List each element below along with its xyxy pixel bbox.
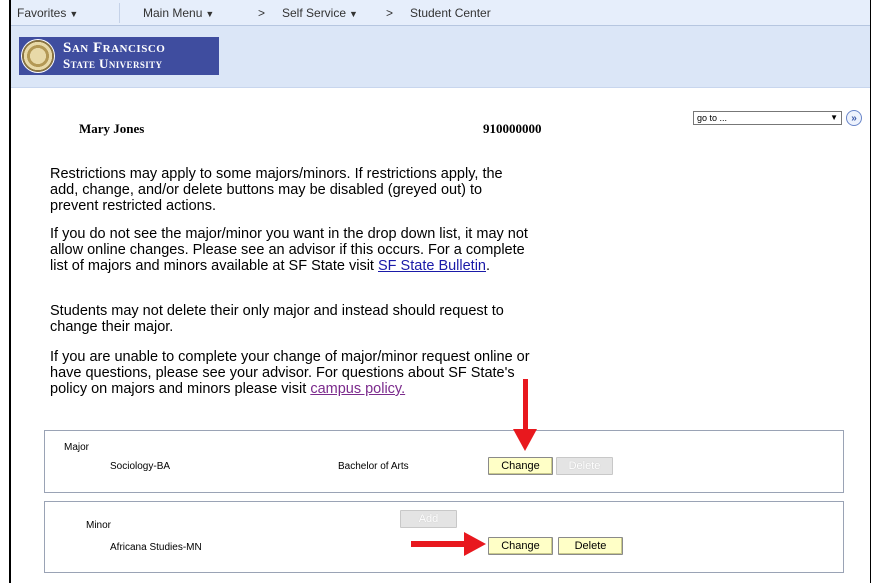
minor-label: Minor (86, 520, 112, 531)
dropdown-arrow-icon: ▼ (830, 113, 838, 122)
student-name: Mary Jones (79, 121, 145, 136)
annotation-arrow-down-icon (523, 379, 528, 431)
questions-paragraph-text: If you are unable to complete your chang… (50, 349, 530, 397)
page-frame: Favorites ▼ Main Menu ▼ > Self Service ▼ > … (9, 0, 871, 583)
campus-policy-link[interactable]: campus policy. (310, 381, 405, 397)
logo-line-2: State University (63, 56, 163, 71)
self-service-menu[interactable]: Self Service ▼ (282, 6, 358, 20)
chevron-down-icon: ▼ (349, 9, 358, 19)
university-seal-icon (22, 40, 54, 72)
major-degree: Bachelor of Arts (338, 461, 409, 472)
self-service-label: Self Service (282, 6, 347, 20)
minor-add-button: Add (400, 510, 457, 528)
annotation-arrow-down-head-icon (513, 429, 537, 451)
minor-change-button[interactable]: Change (488, 537, 553, 555)
breadcrumb-student-center[interactable]: Student Center (410, 6, 491, 20)
questions-paragraph: If you are unable to complete your chang… (50, 349, 530, 397)
chevron-down-icon: ▼ (69, 9, 79, 19)
minor-delete-button[interactable]: Delete (558, 537, 623, 555)
student-id: 910000000 (483, 121, 542, 136)
goto-selected-value: go to ... (697, 113, 728, 123)
major-program: Sociology-BA (110, 461, 171, 472)
logo-line-1: San Francisco (63, 40, 166, 56)
logo-text: San Francisco State University (63, 40, 166, 72)
university-logo[interactable]: San Francisco State University (19, 37, 219, 75)
nav-divider (119, 3, 120, 23)
main-menu-label: Main Menu (143, 6, 203, 20)
drop-down-paragraph-end: . (486, 258, 491, 274)
chevron-down-icon: ▼ (205, 9, 215, 19)
breadcrumb-separator: > (386, 6, 394, 20)
main-menu[interactable]: Main Menu ▼ (143, 6, 214, 20)
goto-select[interactable]: go to ... ▼ (693, 111, 842, 125)
major-section: Major Sociology-BA Bachelor of Arts Chan… (44, 430, 844, 493)
major-delete-button: Delete (556, 457, 613, 475)
restrictions-paragraph: Restrictions may apply to some majors/mi… (50, 166, 503, 214)
top-navigation: Favorites ▼ Main Menu ▼ > Self Service ▼ > … (11, 0, 870, 26)
sf-state-bulletin-link[interactable]: SF State Bulletin (378, 258, 486, 274)
breadcrumb-separator: > (258, 6, 266, 20)
header-banner: San Francisco State University (11, 26, 870, 88)
favorites-menu[interactable]: Favorites ▼ (17, 6, 78, 20)
minor-program: Africana Studies-MN (110, 542, 202, 553)
goto-button[interactable]: » (846, 110, 862, 126)
annotation-arrow-right-head-icon (464, 532, 486, 556)
drop-down-paragraph: If you do not see the major/minor you wa… (50, 226, 530, 274)
annotation-arrow-right-icon (411, 541, 467, 547)
only-major-paragraph: Students may not delete their only major… (50, 303, 504, 335)
major-change-button[interactable]: Change (488, 457, 553, 475)
major-label: Major (64, 442, 90, 453)
minor-section: Minor Add Africana Studies-MN Change Del… (44, 501, 844, 573)
favorites-label: Favorites (17, 6, 67, 20)
